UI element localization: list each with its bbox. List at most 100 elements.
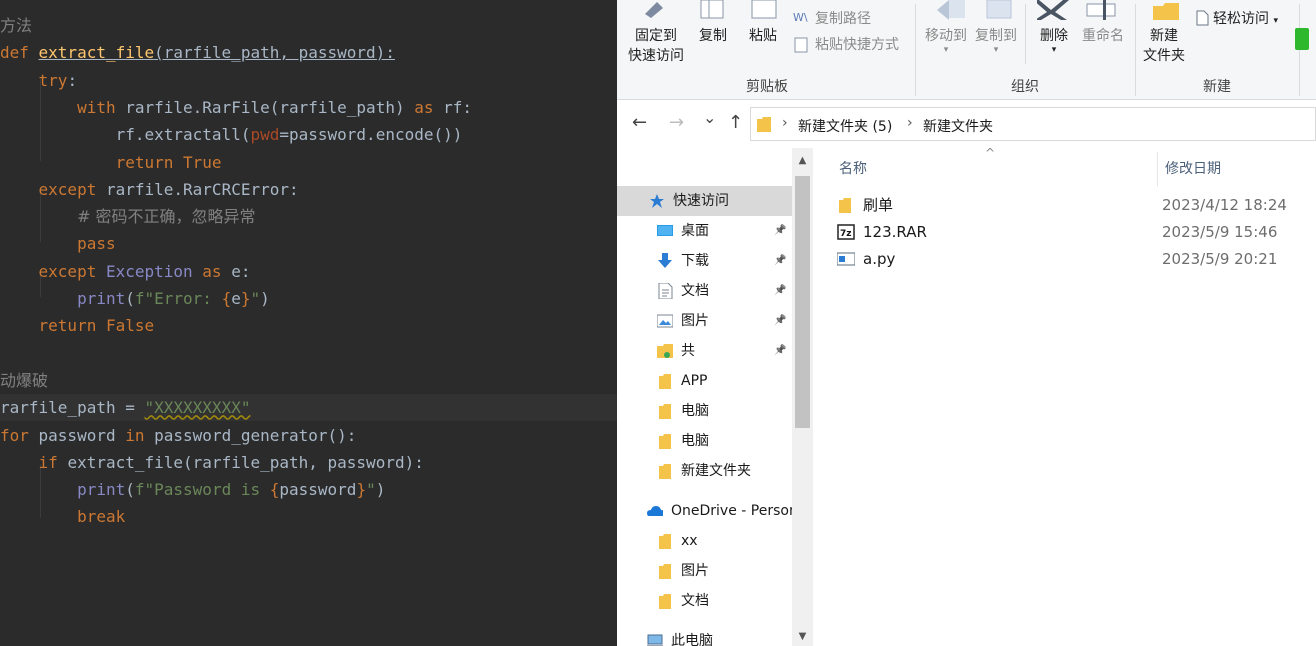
nav-scrollbar[interactable]: ▲ ▼	[792, 148, 813, 646]
code-token: e:	[231, 261, 251, 281]
pin-icon[interactable]: 📌	[774, 216, 786, 246]
scroll-down-icon[interactable]: ▼	[792, 628, 813, 646]
code-token: rf:	[443, 97, 473, 117]
nav-item[interactable]: OneDrive - Personal	[617, 496, 792, 526]
nav-item[interactable]: 图片	[617, 556, 792, 586]
scroll-up-icon[interactable]: ▲	[792, 152, 813, 170]
new-folder-label-line2: 文件夹	[1143, 48, 1185, 64]
code-line[interactable]: pass	[0, 230, 617, 257]
copy-button[interactable]: 复制	[695, 26, 731, 46]
nav-item[interactable]: APP	[617, 366, 792, 396]
nav-item[interactable]: 文档	[617, 586, 792, 616]
code-token: if	[0, 452, 68, 472]
code-line[interactable]: with rarfile.RarFile(rarfile_path) as rf…	[0, 94, 617, 121]
code-token: rarfile.RarFile(rarfile_path)	[125, 97, 415, 117]
pin-icon[interactable]: 📌	[774, 246, 786, 276]
code-token: def	[0, 43, 39, 63]
code-line[interactable]: def extract_file(rarfile_path, password)…	[0, 39, 617, 66]
nav-item[interactable]: 下载 📌	[617, 246, 792, 276]
rename-button[interactable]: 重命名	[1077, 26, 1129, 46]
breadcrumb-parent[interactable]: 新建文件夹 (5)	[798, 116, 892, 136]
paste-button[interactable]: 粘贴	[745, 26, 781, 46]
copy-path-button[interactable]: 复制路径	[815, 9, 871, 29]
code-line[interactable]: return True	[0, 149, 617, 176]
code-token: :	[67, 70, 78, 90]
nav-item[interactable]: 文档 📌	[617, 276, 792, 306]
address-bar[interactable]: › 新建文件夹 (5) › 新建文件夹	[750, 107, 1316, 141]
code-line[interactable]: rarfile_path = "XXXXXXXXX"	[0, 394, 617, 422]
new-folder-button[interactable]: 新建 文件夹	[1139, 26, 1189, 66]
code-token: e	[231, 289, 241, 308]
code-editor[interactable]: 方法 def extract_file(rarfile_path, passwor…	[0, 0, 617, 646]
code-line[interactable]: for password in password_generator():	[0, 422, 617, 449]
code-line[interactable]: except Exception as e:	[0, 258, 617, 285]
forward-button[interactable]: →	[669, 112, 684, 133]
ribbon-toolbar: 固定到 快速访问 复制 粘贴 W\ 复制路径 粘贴快捷方式 剪贴板 移动到 ▾	[617, 0, 1316, 100]
column-header-date[interactable]: 修改日期	[1165, 158, 1221, 178]
scroll-thumb[interactable]	[795, 176, 810, 428]
easy-access-button[interactable]: 轻松访问 ▾	[1213, 9, 1278, 31]
nav-item-label: 此电脑	[671, 633, 713, 646]
file-row[interactable]: a.py 2023/5/9 20:21	[833, 246, 1313, 272]
up-button[interactable]: ↑	[728, 112, 743, 133]
code-token: # 密码不正确，忽略异常	[77, 207, 256, 227]
new-folder-icon	[1153, 3, 1179, 20]
code-line[interactable]: print(f"Password is {password}")	[0, 476, 617, 503]
pin-icon[interactable]: 📌	[774, 306, 786, 336]
code-token: password	[279, 480, 357, 500]
nav-item[interactable]: 此电脑	[617, 626, 792, 646]
code-line[interactable]: break	[0, 503, 617, 530]
copy-to-button[interactable]: 复制到 ▾	[971, 26, 1021, 55]
nav-item[interactable]: 电脑	[617, 426, 792, 456]
onedrive-icon	[647, 506, 663, 516]
code-line[interactable]: print(f"Error: {e}")	[0, 285, 617, 312]
rename-icon	[1086, 0, 1116, 20]
nav-item[interactable]: 快速访问	[617, 186, 792, 216]
new-folder-label-line1: 新建	[1150, 28, 1178, 44]
nav-item[interactable]: 共 📌	[617, 336, 792, 366]
file-row[interactable]: 7z 123.RAR 2023/5/9 15:46	[833, 219, 1313, 245]
nav-item[interactable]: 桌面 📌	[617, 216, 792, 246]
pin-icon[interactable]: 📌	[774, 336, 786, 366]
code-line[interactable]: return False	[0, 312, 617, 339]
nav-item-label: APP	[681, 373, 708, 389]
nav-item[interactable]: 电脑	[617, 396, 792, 426]
nav-item-label: 桌面	[681, 223, 709, 239]
code-line[interactable]: if extract_file(rarfile_path, password):	[0, 449, 617, 476]
code-token: as	[414, 97, 444, 117]
file-row[interactable]: 刷单 2023/4/12 18:24	[833, 192, 1313, 218]
back-button[interactable]: ←	[632, 112, 647, 133]
move-to-label: 移动到	[925, 28, 967, 44]
delete-button[interactable]: 删除 ▾	[1033, 26, 1075, 55]
nav-item-label: 下载	[681, 253, 709, 269]
nav-item[interactable]: xx	[617, 526, 792, 556]
pin-to-quick-access-button[interactable]: 固定到 快速访问	[621, 26, 691, 66]
code-token: "XXXXXXXXX"	[144, 398, 251, 418]
column-header-name[interactable]: 名称	[839, 158, 867, 178]
code-line[interactable]: except rarfile.RarCRCError:	[0, 176, 617, 203]
pin-icon[interactable]: 📌	[774, 276, 786, 306]
breadcrumb-current[interactable]: 新建文件夹	[923, 116, 993, 136]
chevron-right-icon: ›	[782, 115, 788, 131]
code-line[interactable]: 方法	[0, 12, 617, 39]
code-line[interactable]: try:	[0, 67, 617, 94]
code-line[interactable]: rf.extractall(pwd=password.encode())	[0, 121, 617, 148]
chevron-down-icon: ▾	[943, 45, 949, 55]
paste-shortcut-button[interactable]: 粘贴快捷方式	[815, 35, 899, 55]
ribbon-separator	[1025, 4, 1026, 64]
nav-item-label: 文档	[681, 593, 709, 609]
file-date: 2023/5/9 15:46	[1162, 223, 1278, 241]
nav-item-label: 电脑	[681, 433, 709, 449]
code-line[interactable]	[0, 340, 617, 367]
move-to-button[interactable]: 移动到 ▾	[921, 26, 971, 55]
code-token: break	[77, 507, 126, 527]
nav-item[interactable]: 新建文件夹	[617, 456, 792, 486]
code-line[interactable]: 动爆破	[0, 367, 617, 394]
recent-locations-dropdown[interactable]: ⌄	[703, 108, 716, 127]
code-token: print	[77, 289, 126, 308]
nav-item-label: 电脑	[681, 403, 709, 419]
nav-item[interactable]: 图片 📌	[617, 306, 792, 336]
code-line[interactable]: # 密码不正确，忽略异常	[0, 203, 617, 230]
